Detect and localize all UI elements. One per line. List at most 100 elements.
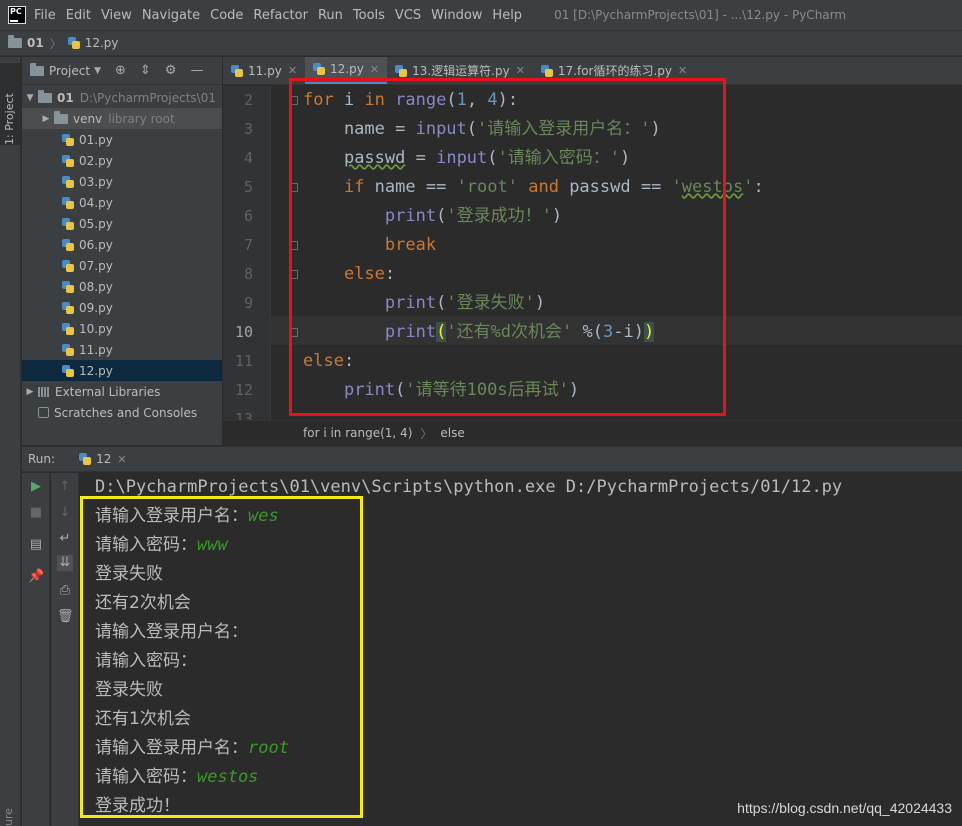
- tree-file[interactable]: 01.py: [22, 129, 222, 150]
- menu-tools[interactable]: Tools: [353, 8, 385, 23]
- layout-icon[interactable]: ▤: [28, 537, 44, 553]
- close-icon[interactable]: ✕: [516, 64, 525, 77]
- collapse-arrow-icon[interactable]: ▶: [40, 114, 52, 124]
- tree-scratches[interactable]: Scratches and Consoles: [22, 402, 222, 423]
- print-icon[interactable]: ⎙: [57, 583, 73, 599]
- tree-file[interactable]: 07.py: [22, 255, 222, 276]
- line-number: 4: [243, 149, 253, 167]
- tree-external-libraries[interactable]: ▶ External Libraries: [22, 381, 222, 402]
- tree-file-label: 10.py: [79, 321, 113, 336]
- run-tab-12[interactable]: 12 ✕: [79, 452, 127, 466]
- menu-file[interactable]: File: [34, 8, 56, 23]
- watermark-url: https://blog.csdn.net/qq_42024433: [737, 800, 952, 816]
- tree-file[interactable]: 03.py: [22, 171, 222, 192]
- breadcrumb-for[interactable]: for i in range(1, 4): [303, 426, 412, 440]
- tree-file[interactable]: 02.py: [22, 150, 222, 171]
- tree-file-selected[interactable]: 12.py: [22, 360, 222, 381]
- tree-venv[interactable]: ▶ venv library root: [22, 108, 222, 129]
- menu-help[interactable]: Help: [492, 8, 522, 23]
- menu-run[interactable]: Run: [318, 8, 343, 23]
- python-file-icon: [231, 64, 243, 77]
- python-file-icon: [62, 217, 74, 230]
- tree-root-name: 01: [57, 90, 74, 105]
- nav-file[interactable]: 12.py: [85, 36, 119, 50]
- python-file-icon: [62, 322, 74, 335]
- editor-tab-label: 12.py: [330, 62, 364, 76]
- tree-file[interactable]: 04.py: [22, 192, 222, 213]
- arrow-up-icon[interactable]: ↑: [57, 479, 73, 495]
- tree-file[interactable]: 10.py: [22, 318, 222, 339]
- trash-icon[interactable]: 🗑: [57, 609, 74, 625]
- tree-scratches-label: Scratches and Consoles: [54, 405, 198, 420]
- project-view-selector[interactable]: Project: [49, 64, 90, 78]
- tree-file-label: 11.py: [79, 342, 113, 357]
- tree-file[interactable]: 05.py: [22, 213, 222, 234]
- tree-file[interactable]: 06.py: [22, 234, 222, 255]
- python-file-icon: [79, 453, 92, 465]
- close-icon[interactable]: ✕: [678, 64, 687, 77]
- line-number: 13: [234, 410, 253, 420]
- locate-icon[interactable]: ⊕: [115, 63, 126, 78]
- menu-view[interactable]: View: [101, 8, 132, 23]
- line-number-current: 10: [234, 323, 253, 341]
- python-file-icon: [62, 175, 74, 188]
- menu-refactor[interactable]: Refactor: [253, 8, 308, 23]
- chevron-right-icon: 〉: [420, 426, 433, 441]
- minimize-icon[interactable]: —: [190, 63, 203, 78]
- folder-icon: [54, 110, 68, 124]
- line-number-gutter: 2 3 4 5 6 7 8 9 10 11 12 13: [223, 86, 271, 420]
- close-icon[interactable]: ✕: [370, 63, 379, 76]
- line-number: 8: [243, 265, 253, 283]
- stop-icon[interactable]: ■: [28, 505, 44, 521]
- run-panel-header: Run: 12 ✕: [22, 446, 962, 472]
- tree-external-libraries-label: External Libraries: [55, 384, 161, 399]
- window-title: 01 [D:\PycharmProjects\01] - ...\12.py -…: [554, 8, 847, 22]
- project-panel-header: Project ▼ ⊕ ⇕ ⚙ —: [22, 57, 222, 85]
- python-file-icon: [62, 238, 74, 251]
- chevron-down-icon[interactable]: ▼: [94, 66, 101, 76]
- close-icon[interactable]: ✕: [288, 64, 297, 77]
- tree-root-path: D:\PycharmProjects\01: [79, 90, 216, 105]
- gear-icon[interactable]: ⚙: [165, 63, 177, 78]
- run-toolbar-secondary: ↑ ↓ ↵ ⇊ ⎙ 🗑: [51, 473, 79, 826]
- tree-root[interactable]: ▼ 01 D:\PycharmProjects\01: [22, 87, 222, 108]
- folder-icon: [38, 89, 52, 103]
- collapse-arrow-icon[interactable]: ▶: [24, 387, 36, 397]
- soft-wrap-icon[interactable]: ↵: [57, 531, 73, 547]
- menu-edit[interactable]: Edit: [66, 8, 91, 23]
- tree-file-label: 02.py: [79, 153, 113, 168]
- arrow-down-icon[interactable]: ↓: [57, 505, 73, 521]
- menu-code[interactable]: Code: [210, 8, 243, 23]
- tree-file[interactable]: 08.py: [22, 276, 222, 297]
- tree-file-label: 09.py: [79, 300, 113, 315]
- pin-icon[interactable]: 📌: [28, 569, 44, 585]
- tree-file-label: 01.py: [79, 132, 113, 147]
- python-file-icon: [62, 154, 74, 167]
- project-tool-tab[interactable]: 1: Project: [0, 63, 21, 145]
- expand-arrow-icon[interactable]: ▼: [24, 93, 36, 103]
- menu-window[interactable]: Window: [431, 8, 482, 23]
- menu-vcs[interactable]: VCS: [395, 8, 421, 23]
- line-number: 7: [243, 236, 253, 254]
- tree-file-label: 03.py: [79, 174, 113, 189]
- rerun-icon[interactable]: ▶: [28, 479, 44, 495]
- tree-file[interactable]: 11.py: [22, 339, 222, 360]
- tree-file[interactable]: 09.py: [22, 297, 222, 318]
- menu-bar: PC File Edit View Navigate Code Refactor…: [0, 0, 962, 30]
- python-file-icon: [62, 364, 74, 377]
- python-file-icon: [62, 196, 74, 209]
- line-number: 5: [243, 178, 253, 196]
- scroll-to-end-icon[interactable]: ⇊: [57, 555, 73, 571]
- close-icon[interactable]: ✕: [117, 453, 126, 466]
- folder-icon: [8, 35, 22, 48]
- pycharm-logo-icon: PC: [8, 6, 26, 24]
- python-file-icon: [62, 259, 74, 272]
- nav-project[interactable]: 01: [27, 36, 44, 50]
- breadcrumb-else[interactable]: else: [440, 426, 464, 440]
- python-file-icon: [62, 280, 74, 293]
- line-number: 12: [234, 381, 253, 399]
- collapse-all-icon[interactable]: ⇕: [140, 63, 151, 78]
- tree-file-label: 12.py: [79, 363, 113, 378]
- navigation-bar: 01 〉 12.py: [0, 30, 962, 56]
- menu-navigate[interactable]: Navigate: [142, 8, 200, 23]
